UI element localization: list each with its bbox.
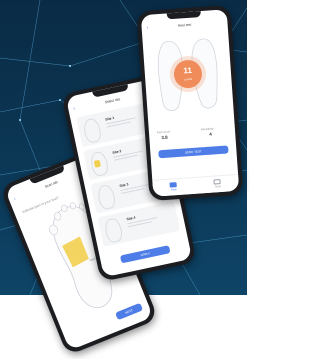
tab-main-label: Main — [171, 188, 177, 192]
tab-tests[interactable]: Tests — [202, 177, 233, 191]
site-label: Site 4 — [126, 215, 136, 222]
home-icon — [169, 182, 177, 188]
phone3-send-test-button[interactable]: SEND TEST — [158, 145, 229, 159]
stat-right-value: 4 — [209, 131, 212, 137]
phone3-notch — [166, 11, 202, 20]
phone3-title: Heel test — [177, 22, 192, 28]
stat-left-value: 3.8 — [161, 134, 168, 141]
list-icon — [213, 179, 221, 185]
tab-tests-label: Tests — [214, 185, 222, 189]
foot-thumbnail-icon — [96, 183, 117, 211]
foot-thumbnail-icon — [82, 117, 103, 144]
phone2-apply-button[interactable]: APPLY — [119, 245, 171, 264]
tab-main[interactable]: Main — [158, 180, 189, 194]
bottom-tab-bar: Main Tests — [152, 173, 240, 197]
site-label: Site 3 — [119, 182, 129, 189]
score-unit: points — [184, 76, 193, 82]
site-highlight — [93, 159, 102, 168]
stat-left-label: Pain score — [156, 129, 171, 135]
site-label: Site 2 — [112, 149, 122, 155]
score-value: 11 — [183, 65, 193, 76]
foot-thumbnail-icon — [103, 216, 124, 244]
phone3-screen: ‹ Heel test 11 points Pain score 3.8 Sen… — [140, 9, 240, 197]
phone-test-result: ‹ Heel test 11 points Pain score 3.8 Sen… — [136, 4, 244, 202]
site-label: Site 1 — [104, 115, 115, 122]
